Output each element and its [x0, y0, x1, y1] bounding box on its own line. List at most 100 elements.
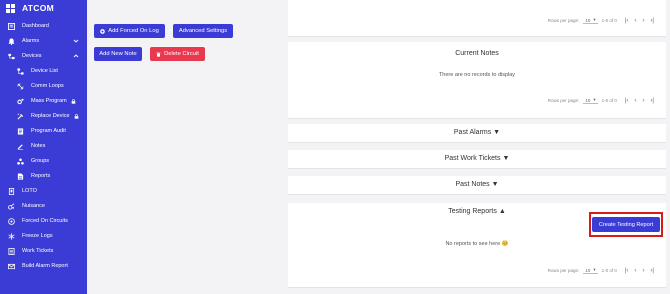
section-title[interactable]: Past Notes ▼: [288, 181, 666, 188]
prev-page-icon[interactable]: ‹: [634, 18, 636, 24]
brand[interactable]: ATCOM: [6, 2, 54, 14]
sidebar-item-reports[interactable]: Reports: [17, 170, 50, 182]
loto-icon: [8, 187, 15, 195]
device-list-icon: [17, 67, 24, 75]
sidebar-item-devices[interactable]: Devices: [8, 50, 87, 62]
pagination: Rows per page: 10 ▾ 1-0 of 0 |‹ ‹ › ›|: [548, 97, 654, 104]
rows-per-page-label: Rows per page:: [547, 18, 580, 23]
pagination: Rows per page: 10 ▾ 1-0 of 0 |‹ ‹ › ›|: [548, 267, 654, 274]
add-new-note-button[interactable]: Add New Note: [94, 47, 142, 61]
sidebar-item-label: Forced On Circuits: [22, 218, 68, 224]
rows-per-page-label: Rows per page:: [547, 98, 580, 103]
sidebar-item-replace-device[interactable]: Replace Device: [17, 110, 79, 122]
first-page-icon[interactable]: |‹: [625, 18, 629, 24]
empty-message: There are no records to display: [438, 72, 516, 78]
nuisance-icon: [8, 202, 15, 210]
sidebar-item-label: Replace Device: [31, 113, 70, 119]
alarm-icon: [8, 37, 15, 45]
replace-device-icon: [17, 113, 24, 120]
sidebar-item-comm-loops[interactable]: Comm Loops: [17, 80, 64, 92]
sidebar-item-work-tickets[interactable]: Work Tickets: [8, 245, 53, 257]
create-testing-report-button[interactable]: Create Testing Report: [592, 217, 660, 232]
last-page-icon[interactable]: ›|: [650, 98, 654, 104]
sidebar-item-dashboard[interactable]: Dashboard: [8, 20, 49, 32]
chevron-down-icon: ▾: [593, 17, 596, 22]
sidebar-item-label: Program Audit: [31, 128, 66, 134]
rows-per-page-select[interactable]: 10 ▾: [583, 267, 598, 274]
lock-icon: [71, 98, 76, 104]
rows-per-page-value: 10: [585, 267, 591, 273]
past-notes-panel[interactable]: Past Notes ▼: [288, 176, 666, 195]
sidebar-item-loto[interactable]: LOTO: [8, 185, 37, 197]
devices-icon: [8, 53, 15, 60]
button-label: Add New Note: [99, 51, 137, 57]
sidebar-item-label: Comm Loops: [31, 83, 64, 89]
brand-name: ATCOM: [22, 3, 55, 13]
plus-circle-icon: [100, 28, 106, 34]
past-alarms-panel[interactable]: Past Alarms ▼: [288, 124, 666, 143]
sidebar-item-label: Mass Program: [31, 98, 67, 104]
delete-circuit-button[interactable]: Delete Circuit: [150, 47, 205, 61]
sidebar-item-mass-program[interactable]: Mass Program: [17, 95, 76, 107]
pagination: Rows per page: 10 ▾ 1-0 of 0 |‹ ‹ › ›|: [548, 17, 654, 24]
sidebar-item-label: Reports: [31, 173, 51, 179]
empty-message: No reports to see here 🥺: [445, 241, 509, 247]
panel-top: Rows per page: 10 ▾ 1-0 of 0 |‹ ‹ › ›|: [288, 0, 666, 37]
section-title[interactable]: Past Alarms ▼: [288, 129, 666, 136]
sidebar-item-label: LOTO: [22, 188, 37, 194]
add-forced-on-log-button[interactable]: Add Forced On Log: [94, 24, 165, 38]
first-page-icon[interactable]: |‹: [625, 98, 629, 104]
prev-page-icon[interactable]: ‹: [634, 98, 636, 104]
sidebar-item-groups[interactable]: Groups: [17, 155, 49, 167]
last-page-icon[interactable]: ›|: [650, 268, 654, 274]
rows-per-page-select[interactable]: 10 ▾: [583, 97, 598, 104]
sidebar-item-label: Build Alarm Report: [22, 263, 68, 269]
sidebar-item-program-audit[interactable]: Program Audit: [17, 125, 66, 137]
mass-program-icon: [17, 98, 24, 105]
pagination-range: 1-0 of 0: [601, 98, 617, 103]
sidebar: ATCOM Dashboard Alarms Devices Device Li…: [0, 0, 87, 294]
sidebar-item-label: Freeze Logs: [22, 233, 53, 239]
sidebar-item-freeze-logs[interactable]: Freeze Logs: [8, 230, 53, 242]
next-page-icon[interactable]: ›: [642, 268, 644, 274]
rows-per-page-label: Rows per page:: [547, 268, 580, 273]
current-notes-panel: Current Notes There are no records to di…: [288, 42, 666, 119]
reports-icon: [17, 172, 24, 180]
sidebar-item-build-alarm-report[interactable]: Build Alarm Report: [8, 260, 68, 272]
lock-icon: [74, 113, 78, 119]
sidebar-item-notes[interactable]: Notes: [17, 140, 45, 152]
dashboard-icon: [8, 22, 15, 30]
sidebar-item-label: Devices: [22, 53, 42, 59]
work-ticket-icon: [8, 247, 15, 255]
chevron-down-icon[interactable]: [73, 38, 79, 44]
prev-page-icon[interactable]: ‹: [634, 268, 636, 274]
mail-icon: [8, 263, 15, 270]
button-label: Delete Circuit: [164, 51, 199, 57]
chevron-down-icon: ▾: [593, 97, 596, 102]
sidebar-item-label: Nuisance: [22, 203, 45, 209]
sidebar-item-label: Dashboard: [22, 23, 49, 29]
chevron-down-icon: ▾: [593, 267, 596, 272]
past-work-tickets-panel[interactable]: Past Work Tickets ▼: [288, 150, 666, 169]
advanced-settings-button[interactable]: Advanced Settings: [173, 24, 233, 38]
sidebar-item-nuisance[interactable]: Nuisance: [8, 200, 45, 212]
comm-loop-icon: [17, 83, 24, 90]
sidebar-item-alarms[interactable]: Alarms: [8, 35, 87, 47]
chevron-up-icon[interactable]: [73, 53, 79, 59]
rows-per-page-select[interactable]: 10 ▾: [583, 17, 598, 24]
last-page-icon[interactable]: ›|: [650, 18, 654, 24]
next-page-icon[interactable]: ›: [642, 98, 644, 104]
next-page-icon[interactable]: ›: [642, 18, 644, 24]
groups-icon: [17, 157, 24, 165]
sidebar-item-device-list[interactable]: Device List: [17, 65, 58, 77]
sidebar-item-label: Device List: [31, 68, 58, 74]
program-audit-icon: [17, 127, 24, 135]
section-title[interactable]: Past Work Tickets ▼: [288, 155, 666, 162]
sidebar-item-label: Work Tickets: [22, 248, 54, 254]
pagination-range: 1-0 of 0: [601, 268, 617, 273]
sidebar-item-forced-on-circuits[interactable]: Forced On Circuits: [8, 215, 68, 227]
button-label: Advanced Settings: [178, 28, 228, 34]
first-page-icon[interactable]: |‹: [625, 268, 629, 274]
sidebar-item-label: Notes: [31, 143, 46, 149]
sidebar-item-label: Alarms: [22, 38, 40, 44]
